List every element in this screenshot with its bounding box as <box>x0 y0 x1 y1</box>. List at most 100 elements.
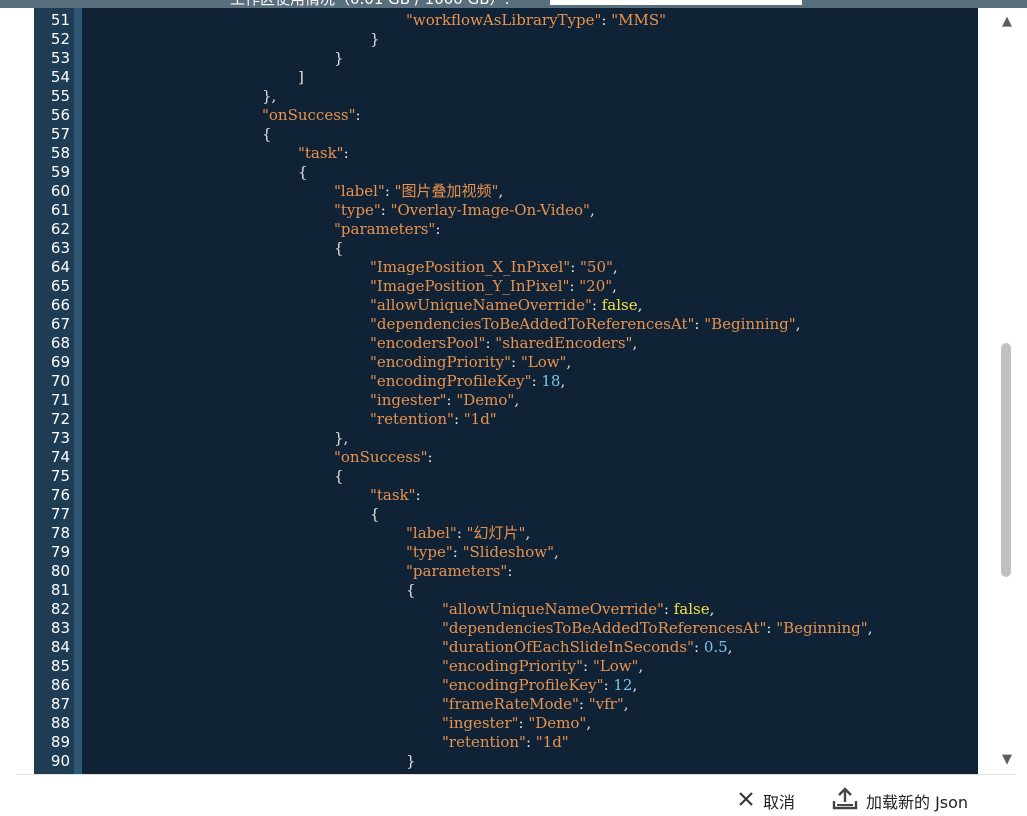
code-content: "onSuccess": <box>262 106 361 125</box>
code-content: "dependenciesToBeAddedToReferencesAt": "… <box>370 315 800 334</box>
code-content: "type": "Slideshow", <box>406 543 559 562</box>
code-token-punc: , <box>566 353 572 371</box>
line-number: 85 <box>50 657 70 675</box>
line-number: 65 <box>50 277 70 295</box>
code-line: 60 "label": "图片叠加视频", <box>34 182 978 201</box>
code-token-punc: : <box>427 448 433 466</box>
line-number: 84 <box>50 638 70 656</box>
code-token-punc: : <box>485 334 496 352</box>
code-token-punc: , <box>623 695 629 713</box>
code-token-str: "Beginning" <box>704 315 796 333</box>
code-line: 54] <box>34 68 978 87</box>
line-number: 78 <box>50 524 70 542</box>
code-content: "task": <box>298 144 349 163</box>
code-token-punc: }, <box>334 429 349 447</box>
code-token-str: "1d" <box>463 410 497 428</box>
code-token-key: "allowUniqueNameOverride" <box>442 600 664 618</box>
code-token-key: "durationOfEachSlideInSeconds" <box>442 638 694 656</box>
code-line: 89 "retention": "1d" <box>34 733 978 752</box>
code-content: "label": "图片叠加视频", <box>334 182 503 201</box>
code-token-punc: { <box>298 163 308 181</box>
code-line: 63 { <box>34 239 978 258</box>
code-token-key: "encodingPriority" <box>370 353 511 371</box>
scroll-up-arrow-icon[interactable]: ▲ <box>999 15 1015 29</box>
code-line: 58 "task": <box>34 144 978 163</box>
code-token-str: "Low" <box>592 657 639 675</box>
code-token-str: "Demo" <box>528 714 587 732</box>
code-line: 66 "allowUniqueNameOverride": false, <box>34 296 978 315</box>
code-token-num: 0.5 <box>703 638 728 656</box>
code-line: 83 "dependenciesToBeAddedToReferencesAt":… <box>34 619 978 638</box>
line-number: 51 <box>50 11 70 29</box>
code-token-punc: { <box>406 581 416 599</box>
code-content: "frameRateMode": "vfr", <box>442 695 629 714</box>
line-number: 86 <box>50 676 70 694</box>
line-number: 64 <box>50 258 70 276</box>
code-content: "encodingPriority": "Low", <box>370 353 571 372</box>
code-content: "ImagePosition_X_InPixel": "50", <box>370 258 618 277</box>
load-new-json-button[interactable]: 加载新的 Json <box>832 786 968 816</box>
code-token-punc: : <box>603 676 614 694</box>
line-number: 67 <box>50 315 70 333</box>
code-token-str: "Demo" <box>456 391 515 409</box>
json-editor[interactable]: 51 "workflowAsLibraryType": "MMS" 52} 53} 54… <box>34 8 978 774</box>
code-token-bool: false <box>673 600 710 618</box>
code-token-key: "ingester" <box>370 391 447 409</box>
code-token-bool: false <box>601 296 638 314</box>
workspace-usage-bar <box>550 0 802 5</box>
code-line: 74 "onSuccess": <box>34 448 978 467</box>
cancel-label: 取消 <box>763 793 796 812</box>
code-token-key: "encodersPool" <box>370 334 486 352</box>
code-token-str: "Slideshow" <box>462 543 554 561</box>
code-line: 55}, <box>34 87 978 106</box>
code-token-punc: : <box>511 353 521 371</box>
code-token-key: "parameters" <box>334 220 436 238</box>
code-token-str: "Beginning" <box>776 619 868 637</box>
code-token-punc: , <box>632 676 638 694</box>
code-line: 62 "parameters": <box>34 220 978 239</box>
line-number: 63 <box>50 239 70 257</box>
code-line: 51 "workflowAsLibraryType": "MMS" <box>34 11 978 30</box>
code-token-punc: { <box>262 125 272 143</box>
code-token-punc: : <box>694 315 705 333</box>
code-content: } <box>334 49 344 68</box>
code-token-punc: : <box>531 372 542 390</box>
code-token-punc: ] <box>298 68 304 86</box>
code-line: 85 "encodingPriority": "Low", <box>34 657 978 676</box>
code-content: "type": "Overlay-Image-On-Video", <box>334 201 595 220</box>
code-line: 79 "type": "Slideshow", <box>34 543 978 562</box>
line-number: 55 <box>50 87 70 105</box>
code-token-punc: , <box>709 600 715 618</box>
code-content: "ingester": "Demo", <box>442 714 591 733</box>
code-line: 90} <box>34 752 978 771</box>
code-token-key: "task" <box>298 144 344 162</box>
code-line: 61 "type": "Overlay-Image-On-Video", <box>34 201 978 220</box>
code-line: 70 "encodingProfileKey": 18, <box>34 372 978 391</box>
code-token-punc: , <box>727 638 733 656</box>
code-content: "task": <box>370 486 421 505</box>
code-line: 73}, <box>34 429 978 448</box>
code-token-str: "幻灯片" <box>466 524 526 542</box>
cancel-button[interactable]: 取消 <box>737 786 795 816</box>
code-token-punc: : <box>380 201 391 219</box>
code-token-punc: , <box>586 714 592 732</box>
line-number: 60 <box>50 182 70 200</box>
upload-icon <box>832 787 858 815</box>
code-line: 53} <box>34 49 978 68</box>
code-line: 81 { <box>34 581 978 600</box>
code-token-punc: , <box>612 258 618 276</box>
code-line: 82 "allowUniqueNameOverride": false, <box>34 600 978 619</box>
code-token-punc: , <box>589 201 595 219</box>
line-number: 61 <box>50 201 70 219</box>
code-content: { <box>406 581 416 600</box>
code-token-punc: : <box>355 106 361 124</box>
line-number: 83 <box>50 619 70 637</box>
line-number: 53 <box>50 49 70 67</box>
code-token-key: "dependenciesToBeAddedToReferencesAt" <box>370 315 695 333</box>
code-token-punc: , <box>612 277 617 295</box>
scrollbar-thumb[interactable] <box>1001 343 1011 577</box>
line-number: 54 <box>50 68 70 86</box>
line-number: 76 <box>50 486 70 504</box>
code-token-key: "onSuccess" <box>334 448 428 466</box>
scroll-down-arrow-icon[interactable]: ▼ <box>999 753 1015 767</box>
